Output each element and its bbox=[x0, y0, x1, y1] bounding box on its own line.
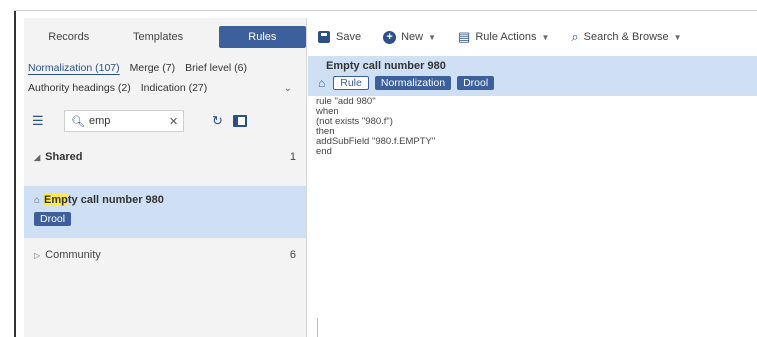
view-icon[interactable] bbox=[232, 115, 247, 127]
tree-group-community[interactable]: ▷ Community 6 bbox=[24, 244, 306, 266]
rule-type-filters-row-1: Normalization (107) Merge (7) Brief leve… bbox=[24, 58, 306, 78]
right-panel: Save + New ▼ ▤ Rule Actions ▼ ⌕ Search &… bbox=[308, 18, 757, 337]
rule-type-filters-row-2: Authority headings (2) Indication (27) ⌄ bbox=[24, 78, 306, 98]
new-button[interactable]: + New ▼ bbox=[383, 30, 437, 44]
filter-normalization[interactable]: Normalization (107) bbox=[28, 62, 120, 74]
search-browse-label: Search & Browse bbox=[583, 31, 669, 43]
tab-templates[interactable]: Templates bbox=[103, 26, 212, 48]
code-line: rule "add 980" bbox=[316, 96, 376, 107]
tab-records[interactable]: Records bbox=[34, 26, 103, 48]
chevron-down-icon: ▼ bbox=[428, 32, 437, 42]
home-icon: ⌂ bbox=[34, 194, 41, 206]
search-box[interactable]: 🔍︎ ✕ bbox=[64, 110, 184, 132]
main-tabs: Records Templates Rules bbox=[24, 18, 306, 56]
more-filters-chevron-icon[interactable]: ⌄ bbox=[284, 83, 292, 94]
new-label: New bbox=[401, 31, 424, 43]
code-line: addSubField "980.f.EMPTY" bbox=[316, 136, 436, 147]
tag-drool: Drool bbox=[457, 76, 495, 90]
chevron-down-icon: ▼ bbox=[541, 32, 550, 42]
expand-triangle-icon: ▷ bbox=[34, 250, 41, 260]
save-label: Save bbox=[336, 31, 362, 43]
tree-group-shared[interactable]: ◢ Shared 1 bbox=[24, 146, 306, 168]
refresh-icon[interactable]: ↻ bbox=[212, 113, 223, 129]
search-icon: ⌕ bbox=[571, 29, 579, 44]
save-icon bbox=[318, 31, 330, 43]
group-label: Shared bbox=[45, 151, 83, 163]
code-line: end bbox=[316, 146, 332, 157]
rule-actions-icon: ▤ bbox=[458, 29, 471, 44]
group-count: 6 bbox=[289, 249, 296, 261]
chevron-down-icon: ▼ bbox=[673, 32, 682, 42]
group-count: 1 bbox=[289, 151, 296, 163]
filter-brief-level[interactable]: Brief level (6) bbox=[185, 62, 247, 74]
search-match-highlight: Emp bbox=[44, 194, 68, 206]
list-filter-icon[interactable]: ☰ bbox=[32, 114, 50, 128]
group-label: Community bbox=[45, 249, 101, 261]
filter-merge[interactable]: Merge (7) bbox=[130, 62, 176, 74]
frame-border-top bbox=[14, 10, 757, 11]
rule-item-badge: Drool bbox=[34, 212, 72, 226]
tag-normalization: Normalization bbox=[374, 76, 452, 90]
close-icon[interactable]: ✕ bbox=[169, 115, 178, 128]
code-line: (not exists "980.f") bbox=[316, 116, 393, 127]
save-button[interactable]: Save bbox=[318, 31, 361, 43]
filter-authority-headings[interactable]: Authority headings (2) bbox=[28, 82, 131, 94]
left-panel: Records Templates Rules Normalization (1… bbox=[24, 18, 307, 337]
plus-circle-icon: + bbox=[383, 30, 397, 44]
home-icon: ⌂ bbox=[318, 76, 326, 90]
search-browse-button[interactable]: ⌕ Search & Browse ▼ bbox=[571, 29, 681, 45]
rule-actions-label: Rule Actions bbox=[475, 31, 537, 43]
rule-actions-button[interactable]: ▤ Rule Actions ▼ bbox=[458, 29, 549, 45]
frame-border-left bbox=[14, 10, 16, 337]
rule-code-editor[interactable]: rule "add 980" when (not exists "980.f")… bbox=[308, 96, 757, 158]
editor-scroll-divider bbox=[317, 318, 318, 337]
search-input[interactable] bbox=[88, 115, 169, 127]
editor-toolbar: Save + New ▼ ▤ Rule Actions ▼ ⌕ Search &… bbox=[308, 18, 757, 56]
rule-item-title-rest: ty call number 980 bbox=[67, 194, 164, 206]
rule-list-item-selected[interactable]: ⌂ Emp ty call number 980 Drool bbox=[24, 186, 306, 238]
rule-tags: ⌂ Rule Normalization Drool bbox=[318, 76, 747, 90]
rule-editor-title: Empty call number 980 bbox=[326, 60, 446, 72]
collapse-triangle-icon: ◢ bbox=[34, 152, 41, 162]
search-row: ☰ 🔍︎ ✕ ↻ bbox=[24, 106, 306, 136]
tab-rules[interactable]: Rules bbox=[218, 26, 306, 48]
tag-rule: Rule bbox=[333, 76, 369, 90]
rule-item-title: ⌂ Emp ty call number 980 bbox=[34, 194, 296, 206]
filter-indication[interactable]: Indication (27) bbox=[141, 82, 208, 94]
search-icon: 🔍︎ bbox=[71, 115, 85, 128]
rule-editor-header: Empty call number 980 ⌂ Rule Normalizati… bbox=[308, 56, 757, 96]
